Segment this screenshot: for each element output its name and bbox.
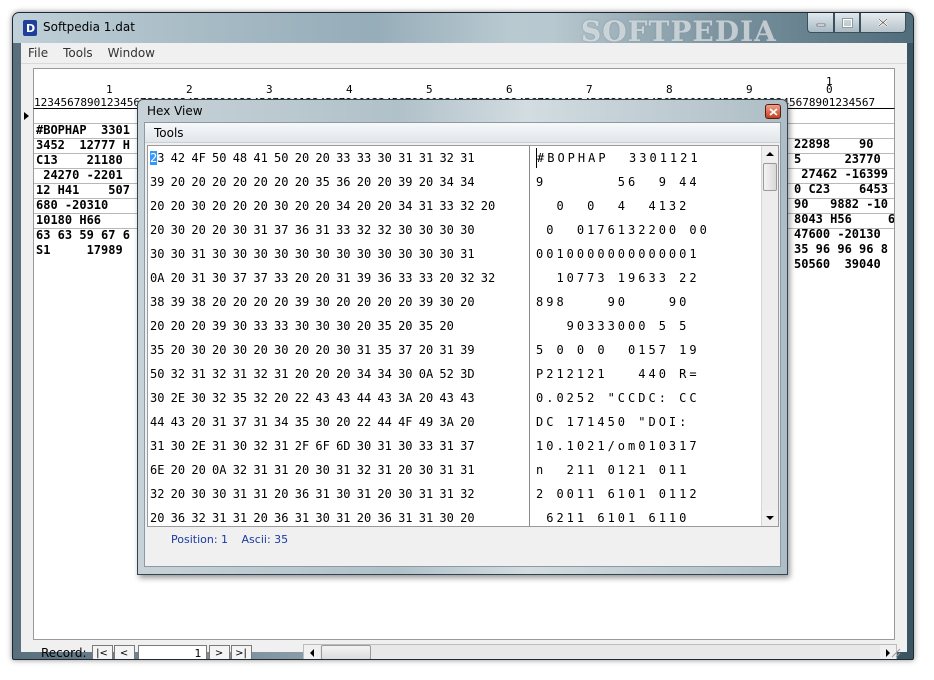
position-readout: Position: 1 bbox=[171, 533, 229, 546]
menu-window[interactable]: Window bbox=[101, 46, 162, 60]
hex-status-bar: Position: 1 Ascii: 35 bbox=[171, 533, 298, 546]
ascii-line[interactable]: 10.1021/om010317 bbox=[536, 436, 700, 456]
hex-line[interactable]: 23 42 4F 50 48 41 50 20 20 33 33 30 31 3… bbox=[150, 148, 475, 168]
close-icon bbox=[768, 107, 778, 116]
previous-record-button[interactable]: < bbox=[113, 644, 135, 659]
hex-line[interactable]: 39 20 20 20 20 20 20 20 35 36 20 20 39 2… bbox=[150, 172, 475, 192]
ascii-column[interactable]: #BOPHAP 3301121 9 56 9 44 0 0 4 4132 0 0… bbox=[532, 146, 761, 526]
ascii-line[interactable]: 898 90 90 bbox=[536, 292, 700, 312]
ascii-line[interactable]: DC 171450 "DOI: bbox=[536, 412, 700, 432]
ruler-tick: 9 bbox=[746, 83, 753, 96]
hex-view-close-button[interactable] bbox=[765, 104, 781, 119]
ascii-line[interactable]: 10773 19633 22 bbox=[536, 268, 700, 288]
ruler-tick: 8 bbox=[666, 83, 673, 96]
menu-file[interactable]: File bbox=[21, 46, 55, 60]
hex-line[interactable]: 35 20 30 20 30 20 30 20 20 30 31 35 37 2… bbox=[150, 340, 475, 360]
hex-panel[interactable]: 23 42 4F 50 48 41 50 20 20 33 33 30 31 3… bbox=[147, 145, 779, 527]
hex-view-title: Hex View bbox=[147, 104, 203, 118]
horizontal-scrollbar[interactable] bbox=[303, 644, 897, 659]
maximize-button[interactable] bbox=[834, 13, 860, 33]
ruler-tick: 7 bbox=[586, 83, 593, 96]
hex-line-rest: 3 42 4F 50 48 41 50 20 20 33 33 30 31 31… bbox=[157, 151, 475, 165]
ruler-tick: 6 bbox=[506, 83, 513, 96]
hex-line[interactable]: 20 30 20 20 30 31 37 36 31 33 32 32 30 3… bbox=[150, 220, 475, 240]
svg-text:D: D bbox=[26, 22, 35, 35]
next-record-button[interactable]: > bbox=[208, 644, 230, 659]
scroll-down-button[interactable] bbox=[762, 510, 778, 526]
record-number-input[interactable]: 1 bbox=[137, 644, 207, 659]
hex-line[interactable]: 6E 20 20 0A 32 31 31 20 30 31 32 31 20 3… bbox=[150, 460, 475, 480]
vertical-scroll-thumb[interactable] bbox=[763, 163, 777, 191]
maximize-icon bbox=[841, 17, 853, 28]
hex-line[interactable]: 50 32 31 32 31 32 31 20 20 20 34 34 30 0… bbox=[150, 364, 475, 384]
last-record-button[interactable]: >| bbox=[230, 644, 252, 659]
hex-line[interactable]: 30 2E 30 32 35 32 20 22 43 43 44 43 3A 2… bbox=[150, 388, 475, 408]
close-button[interactable] bbox=[860, 13, 906, 33]
ruler-tens: 1 2 3 4 5 6 7 8 9 0 1 bbox=[34, 75, 894, 96]
minimize-icon bbox=[816, 23, 825, 26]
minimize-button[interactable] bbox=[807, 13, 834, 33]
arrow-up-icon bbox=[766, 152, 774, 156]
ascii-line[interactable]: 0 0176132200 00 bbox=[536, 220, 710, 240]
ascii-line[interactable]: P212121 440 R= bbox=[536, 364, 700, 384]
ascii-line[interactable]: 0 0 4 4132 bbox=[536, 196, 700, 216]
next-record-icon: > bbox=[214, 647, 224, 659]
grid-cell-right: 50560 39040 bbox=[794, 257, 881, 271]
grid-cell-right: 35 96 96 96 8 bbox=[794, 242, 888, 256]
first-record-icon: |< bbox=[96, 647, 108, 659]
scroll-up-button[interactable] bbox=[762, 146, 778, 162]
ruler-tick: 5 bbox=[426, 83, 433, 96]
ascii-line[interactable]: 5 0 0 0 0157 19 bbox=[536, 340, 700, 360]
ascii-line[interactable]: 9 56 9 44 bbox=[536, 172, 700, 192]
hex-menu-tools[interactable]: Tools bbox=[154, 126, 184, 140]
hex-line[interactable]: 20 20 20 39 30 33 33 30 30 30 20 35 20 3… bbox=[150, 316, 454, 336]
vertical-scrollbar[interactable] bbox=[761, 146, 778, 526]
title-bar[interactable]: SOFTPEDIA D Softpedia 1.dat bbox=[13, 13, 913, 48]
ruler-hundred-marker: 1 bbox=[826, 75, 833, 88]
arrow-left-icon bbox=[310, 648, 314, 657]
ascii-line[interactable]: 0.0252 "CCDC: CC bbox=[536, 388, 700, 408]
first-record-button[interactable]: |< bbox=[91, 644, 113, 659]
previous-record-icon: < bbox=[119, 647, 129, 659]
ascii-line[interactable]: #BOPHAP 3301121 bbox=[536, 148, 701, 168]
hex-line[interactable]: 20 36 32 31 31 20 36 31 30 31 20 36 31 3… bbox=[150, 508, 475, 526]
hex-bytes-column[interactable]: 23 42 4F 50 48 41 50 20 20 33 33 30 31 3… bbox=[150, 146, 530, 526]
record-label: Record: bbox=[41, 646, 87, 660]
window-title: Softpedia 1.dat bbox=[43, 20, 135, 34]
scroll-left-button[interactable] bbox=[304, 645, 320, 659]
hex-view-client: Tools 23 42 4F 50 48 41 50 20 20 33 33 3… bbox=[144, 122, 781, 567]
resize-grip-icon[interactable] bbox=[889, 646, 901, 658]
hex-view-window: Hex View Tools 23 42 4F 50 48 41 50 20 2… bbox=[137, 99, 788, 575]
hex-line[interactable]: 32 20 30 30 31 31 20 36 31 30 31 20 30 3… bbox=[150, 484, 475, 504]
hex-line[interactable]: 0A 20 31 30 37 37 33 20 20 31 39 36 33 3… bbox=[150, 268, 495, 288]
ruler-tick: 2 bbox=[186, 83, 193, 96]
horizontal-scroll-thumb[interactable] bbox=[321, 645, 371, 659]
arrow-down-icon bbox=[766, 516, 774, 520]
ascii-readout: Ascii: 35 bbox=[241, 533, 289, 546]
last-record-icon: >| bbox=[235, 647, 247, 659]
hex-line[interactable]: 31 30 2E 31 30 32 31 2F 6F 6D 30 31 30 3… bbox=[150, 436, 475, 456]
hex-menu-bar: Tools bbox=[145, 123, 780, 143]
hex-line[interactable]: 20 20 30 20 20 20 30 20 20 34 20 20 34 3… bbox=[150, 196, 495, 216]
menu-tools[interactable]: Tools bbox=[56, 46, 100, 60]
ascii-line[interactable]: 0010000000000001 bbox=[536, 244, 700, 264]
app-icon: D bbox=[23, 20, 37, 36]
ruler-tick: 4 bbox=[346, 83, 353, 96]
hex-line[interactable]: 38 39 38 20 20 20 20 39 30 20 20 20 20 3… bbox=[150, 292, 475, 312]
record-navigation-bar: Record: |< < 1 > >| bbox=[21, 642, 907, 660]
ascii-line[interactable]: 6211 6101 6110 bbox=[536, 508, 700, 526]
row-pointer-icon bbox=[24, 112, 29, 120]
ascii-line[interactable]: 2 0011 6101 0112 bbox=[536, 484, 700, 504]
ruler-tick: 3 bbox=[266, 83, 273, 96]
grid-cell-left: S1 17989 bbox=[36, 243, 123, 257]
ruler-tick: 1 bbox=[106, 83, 113, 96]
hex-line[interactable]: 30 30 31 30 30 30 30 30 30 30 30 30 30 3… bbox=[150, 244, 475, 264]
hex-line[interactable]: 44 43 20 31 37 31 34 35 30 20 22 44 4F 4… bbox=[150, 412, 475, 432]
menu-bar: File Tools Window bbox=[21, 43, 907, 64]
ascii-line[interactable]: 90333000 5 5 bbox=[536, 316, 689, 336]
ascii-line[interactable]: n 211 0121 011 bbox=[536, 460, 689, 480]
close-icon bbox=[878, 18, 888, 27]
